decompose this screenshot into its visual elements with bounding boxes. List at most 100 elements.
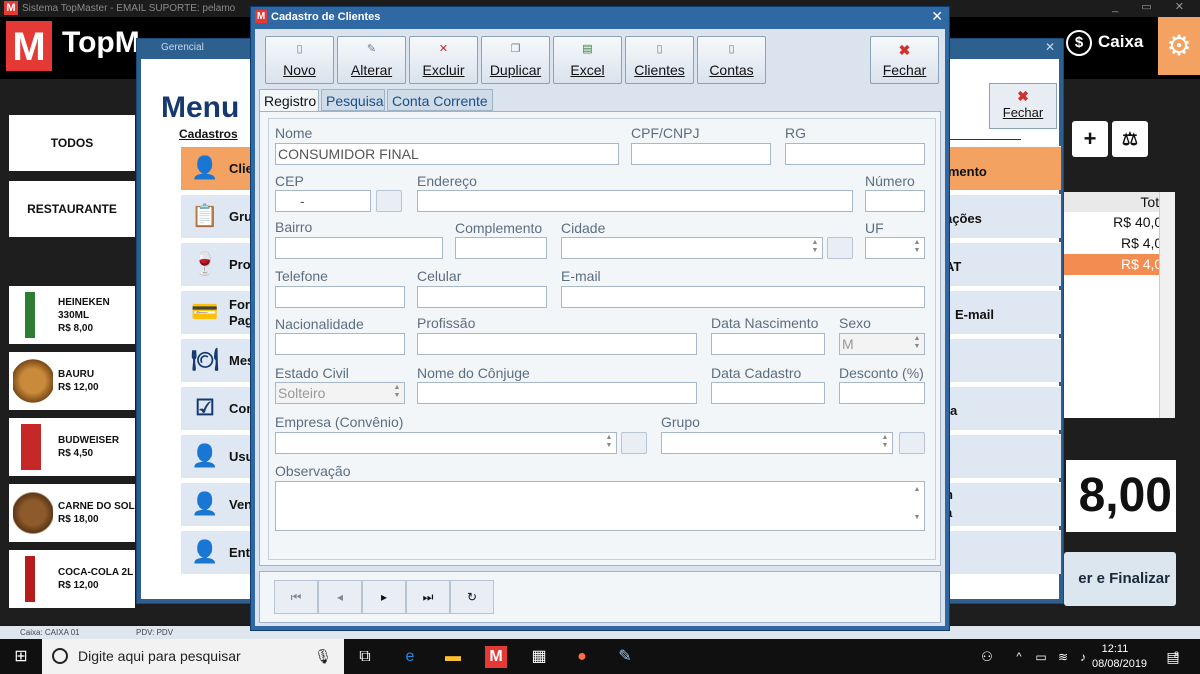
empresa-search-button[interactable]	[621, 432, 647, 454]
fechar-label: Fechar	[882, 62, 927, 78]
spinner-icon[interactable]: ▲ ▼	[911, 335, 923, 353]
scrollbar[interactable]: ▲ ▼	[911, 483, 923, 529]
microphone-icon[interactable]: 🎙	[314, 639, 332, 674]
cidade-select[interactable]: ▲ ▼	[561, 237, 823, 259]
add-button[interactable]: +	[1072, 121, 1108, 157]
close-icon[interactable]: ✕	[931, 8, 943, 25]
product-card[interactable]: HEINEKEN 330ML R$ 8,00	[9, 286, 135, 344]
table-row[interactable]: R$ 40,00	[1064, 212, 1174, 233]
spinner-icon[interactable]: ▲ ▼	[391, 384, 403, 402]
caixa-button[interactable]: $ Caixa	[1066, 30, 1143, 56]
nacionalidade-field[interactable]	[275, 333, 405, 355]
tab-registro[interactable]: Registro	[259, 89, 319, 112]
data-cadastro-field[interactable]	[711, 382, 825, 404]
data-nascimento-field[interactable]	[711, 333, 825, 355]
volume-icon[interactable]: ♪	[1072, 646, 1094, 668]
empresa-label: Empresa (Convênio)	[275, 414, 404, 430]
empresa-select[interactable]: ▲ ▼	[275, 432, 617, 454]
topmaster-taskbar-icon[interactable]: M	[485, 646, 507, 668]
refresh-icon[interactable]: ↻	[450, 580, 494, 614]
alterar-button[interactable]: ✎ Alterar	[337, 36, 406, 84]
product-card[interactable]: COCA-COLA 2L R$ 12,00	[9, 550, 135, 608]
edge-icon[interactable]: e	[399, 646, 421, 668]
menu-item-label: Pro	[229, 257, 251, 272]
excluir-button[interactable]: ✕ Excluir	[409, 36, 478, 84]
rg-field[interactable]	[785, 143, 925, 165]
estado-civil-select[interactable]: Solteiro ▲ ▼	[275, 382, 405, 404]
gerencial-fechar-button[interactable]: ✖ Fechar	[989, 83, 1057, 129]
observacao-textarea[interactable]: ▲ ▼	[275, 481, 925, 531]
windows-start-icon[interactable]: ⊞	[10, 646, 32, 668]
next-record-icon[interactable]: ▸	[362, 580, 406, 614]
clock-time: 12:11	[1101, 643, 1129, 655]
grupo-search-button[interactable]	[899, 432, 925, 454]
cpf-label: CPF/CNPJ	[631, 125, 700, 141]
firefox-icon[interactable]: ●	[571, 646, 593, 668]
menu-label-right[interactable]: E-mail	[955, 307, 994, 322]
taskbar-search[interactable]: Digite aqui para pesquisar 🎙	[42, 639, 344, 674]
sexo-select[interactable]: M ▲ ▼	[839, 333, 925, 355]
close-icon[interactable]: ✕	[1045, 40, 1055, 54]
telefone-field[interactable]	[275, 286, 405, 308]
complemento-field[interactable]	[455, 237, 547, 259]
tab-pesquisa[interactable]: Pesquisa	[321, 89, 385, 111]
uf-select[interactable]: ▲ ▼	[865, 237, 925, 259]
cep-search-button[interactable]	[376, 190, 402, 212]
scale-icon[interactable]: ⚖	[1112, 121, 1148, 157]
calculator-icon[interactable]: ▦	[528, 646, 550, 668]
finalizar-button[interactable]: er e Finalizar	[1064, 552, 1176, 606]
tab-conta-corrente[interactable]: Conta Corrente	[387, 89, 493, 111]
duplicar-button[interactable]: ❐ Duplicar	[481, 36, 550, 84]
spinner-icon[interactable]: ▲ ▼	[603, 434, 615, 452]
desconto-field[interactable]	[839, 382, 925, 404]
novo-button[interactable]: ▯ Novo	[265, 36, 334, 84]
category-todos[interactable]: TODOS	[9, 115, 135, 171]
email-field[interactable]	[561, 286, 925, 308]
menu-item-label: Ven	[229, 497, 253, 512]
product-card[interactable]: BUDWEISER R$ 4,50	[9, 418, 135, 476]
paint-icon[interactable]: ✎	[614, 646, 636, 668]
endereco-field[interactable]	[417, 190, 853, 212]
cadastro-content: ▯ Novo ✎ Alterar ✕ Excluir ❐ Duplicar ▤ Excel…	[255, 29, 945, 626]
cidade-search-button[interactable]	[827, 237, 853, 259]
previous-record-icon[interactable]: ◂	[318, 580, 362, 614]
clock[interactable]: 12:11 08/08/2019	[1092, 642, 1147, 672]
product-card[interactable]: CARNE DO SOL R$ 18,00	[9, 484, 135, 542]
fechar-label: Fechar	[1002, 105, 1044, 120]
spinner-icon[interactable]: ▲ ▼	[911, 239, 923, 257]
product-card[interactable]: BAURU R$ 12,00	[9, 352, 135, 410]
profissao-field[interactable]	[417, 333, 697, 355]
celular-field[interactable]	[417, 286, 547, 308]
gear-icon[interactable]: ⚙	[1158, 17, 1200, 75]
battery-icon[interactable]: ▭	[1030, 646, 1052, 668]
numero-field[interactable]	[865, 190, 925, 212]
chevron-up-icon[interactable]: ^	[1008, 646, 1030, 668]
task-view-icon[interactable]: ⧉	[354, 646, 376, 668]
people-icon[interactable]: ⚇	[976, 646, 998, 668]
table-row[interactable]: R$ 4,00	[1064, 233, 1174, 254]
grupo-select[interactable]: ▲ ▼	[661, 432, 893, 454]
bairro-field[interactable]	[275, 237, 443, 259]
notification-icon[interactable]: ▤ 8	[1162, 646, 1184, 668]
menu-label-right[interactable]: ações	[945, 211, 982, 226]
clientes-button[interactable]: ▯ Clientes	[625, 36, 694, 84]
spinner-icon[interactable]: ▲ ▼	[809, 239, 821, 257]
window-controls[interactable]: _ ▭ ✕	[1112, 0, 1194, 13]
file-explorer-icon[interactable]: ▬	[442, 646, 464, 668]
contas-button[interactable]: ▯ Contas	[697, 36, 766, 84]
table-row[interactable]: R$ 4,00	[1064, 254, 1174, 275]
status-pdv: PDV: PDV	[136, 628, 174, 637]
nome-field[interactable]: CONSUMIDOR FINAL	[275, 143, 619, 165]
excel-button[interactable]: ▤ Excel	[553, 36, 622, 84]
fechar-button[interactable]: ✖ Fechar	[870, 36, 939, 84]
last-record-icon[interactable]: ⏭	[406, 580, 450, 614]
category-restaurante[interactable]: RESTAURANTE	[9, 181, 135, 237]
wifi-icon[interactable]: ≋	[1052, 646, 1074, 668]
nome-label: Nome	[275, 125, 313, 141]
conjuge-field[interactable]	[417, 382, 697, 404]
table-scrollbar[interactable]	[1159, 192, 1175, 418]
cep-field[interactable]: -	[275, 190, 371, 212]
spinner-icon[interactable]: ▲ ▼	[879, 434, 891, 452]
cpf-field[interactable]	[631, 143, 771, 165]
first-record-icon[interactable]: ⏮	[274, 580, 318, 614]
